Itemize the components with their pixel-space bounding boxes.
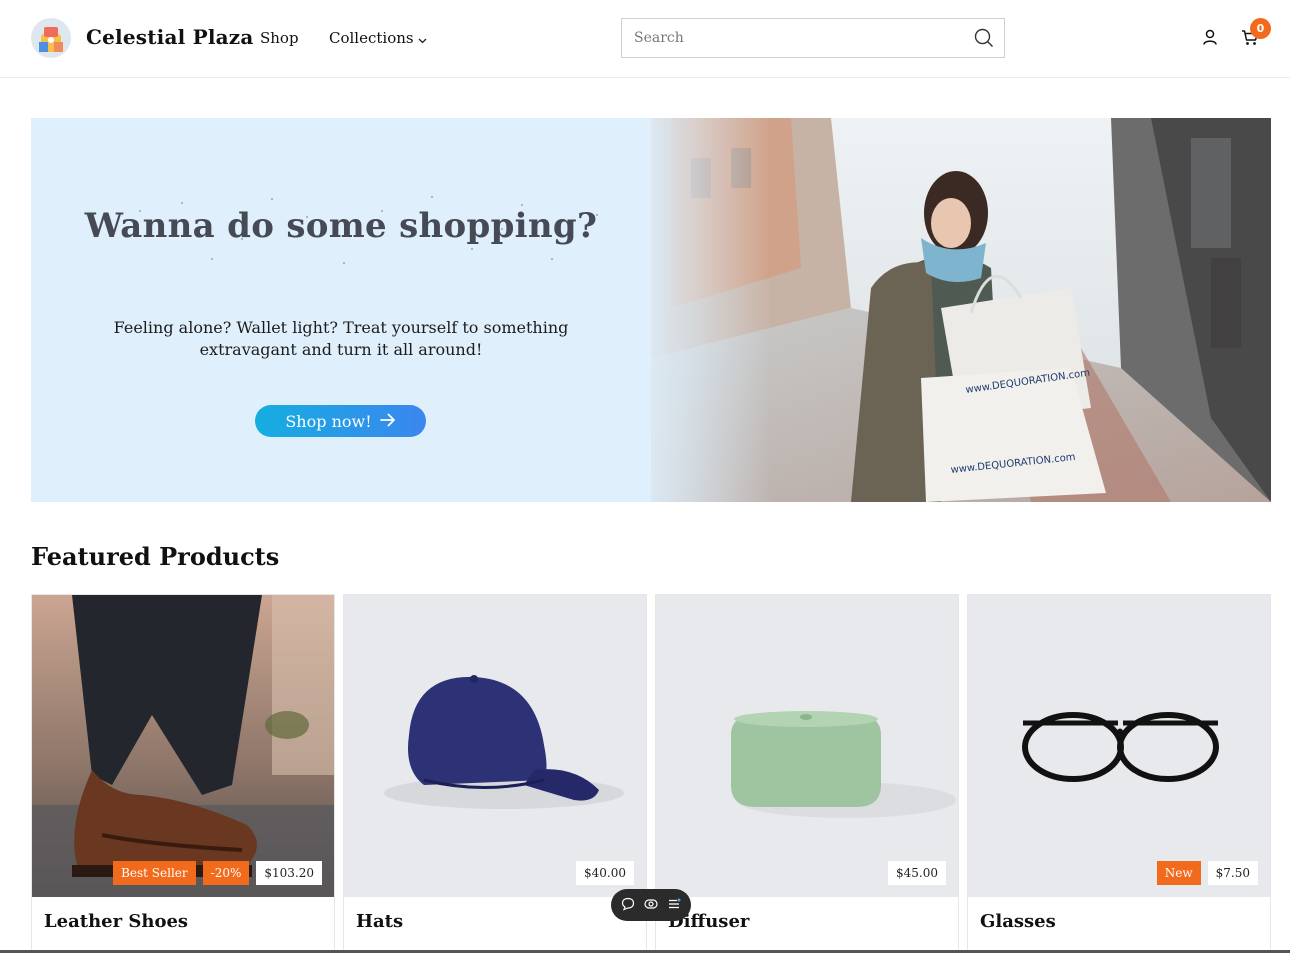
product-tags: Best Seller -20% $103.20 — [113, 861, 322, 885]
floating-toolbar — [611, 889, 691, 921]
price-tag: $45.00 — [888, 861, 946, 885]
price-tag: $103.20 — [256, 861, 322, 885]
product-name[interactable]: Leather Shoes — [44, 911, 188, 932]
product-name[interactable]: Glasses — [980, 911, 1056, 932]
product-card[interactable]: $40.00 Hats — [343, 594, 647, 953]
search-box — [621, 18, 1005, 58]
product-tags: New $7.50 — [1156, 861, 1258, 885]
badge-new: New — [1156, 861, 1201, 885]
product-image-glasses[interactable] — [968, 595, 1270, 897]
product-image-leather-shoes[interactable] — [32, 595, 334, 897]
hero-fade-overlay — [631, 118, 771, 502]
comment-icon[interactable] — [621, 896, 635, 915]
product-tags: $40.00 — [576, 861, 634, 885]
chevron-down-icon — [418, 30, 427, 48]
cart-count-badge: 0 — [1250, 18, 1271, 39]
product-card[interactable]: $45.00 Diffuser — [655, 594, 959, 953]
arrow-right-icon — [379, 412, 396, 431]
shop-now-button[interactable]: Shop now! — [255, 405, 426, 437]
product-card[interactable]: New $7.50 Glasses — [967, 594, 1271, 953]
eye-icon[interactable] — [644, 896, 658, 915]
search-icon[interactable] — [974, 28, 994, 52]
price-tag: $40.00 — [576, 861, 634, 885]
product-image-diffuser[interactable] — [656, 595, 958, 897]
user-icon[interactable] — [1202, 29, 1218, 50]
store-logo[interactable] — [31, 18, 71, 58]
hero-title: Wanna do some shopping? — [84, 206, 598, 246]
badge-discount: -20% — [202, 861, 250, 885]
list-icon[interactable] — [667, 896, 681, 915]
nav-shop[interactable]: Shop — [260, 29, 299, 47]
featured-products-heading: Featured Products — [31, 542, 280, 571]
product-name[interactable]: Hats — [356, 911, 403, 932]
product-tags: $45.00 — [888, 861, 946, 885]
nav-collections[interactable]: Collections — [329, 29, 427, 48]
price-tag: $7.50 — [1207, 861, 1258, 885]
badge-best-seller: Best Seller — [113, 861, 196, 885]
brand-name[interactable]: Celestial Plaza — [86, 25, 254, 49]
site-header: Celestial Plaza Shop Collections 0 — [0, 0, 1290, 78]
nav-collections-label: Collections — [329, 29, 414, 47]
search-input[interactable] — [622, 19, 962, 57]
hero-banner: www.DEQUORATION.com www.DEQUORATION.com … — [31, 118, 1271, 502]
product-card[interactable]: Best Seller -20% $103.20 Leather Shoes — [31, 594, 335, 953]
product-image-hats[interactable] — [344, 595, 646, 897]
shop-now-label: Shop now! — [285, 411, 372, 431]
hero-subtitle: Feeling alone? Wallet light? Treat yours… — [113, 318, 569, 359]
